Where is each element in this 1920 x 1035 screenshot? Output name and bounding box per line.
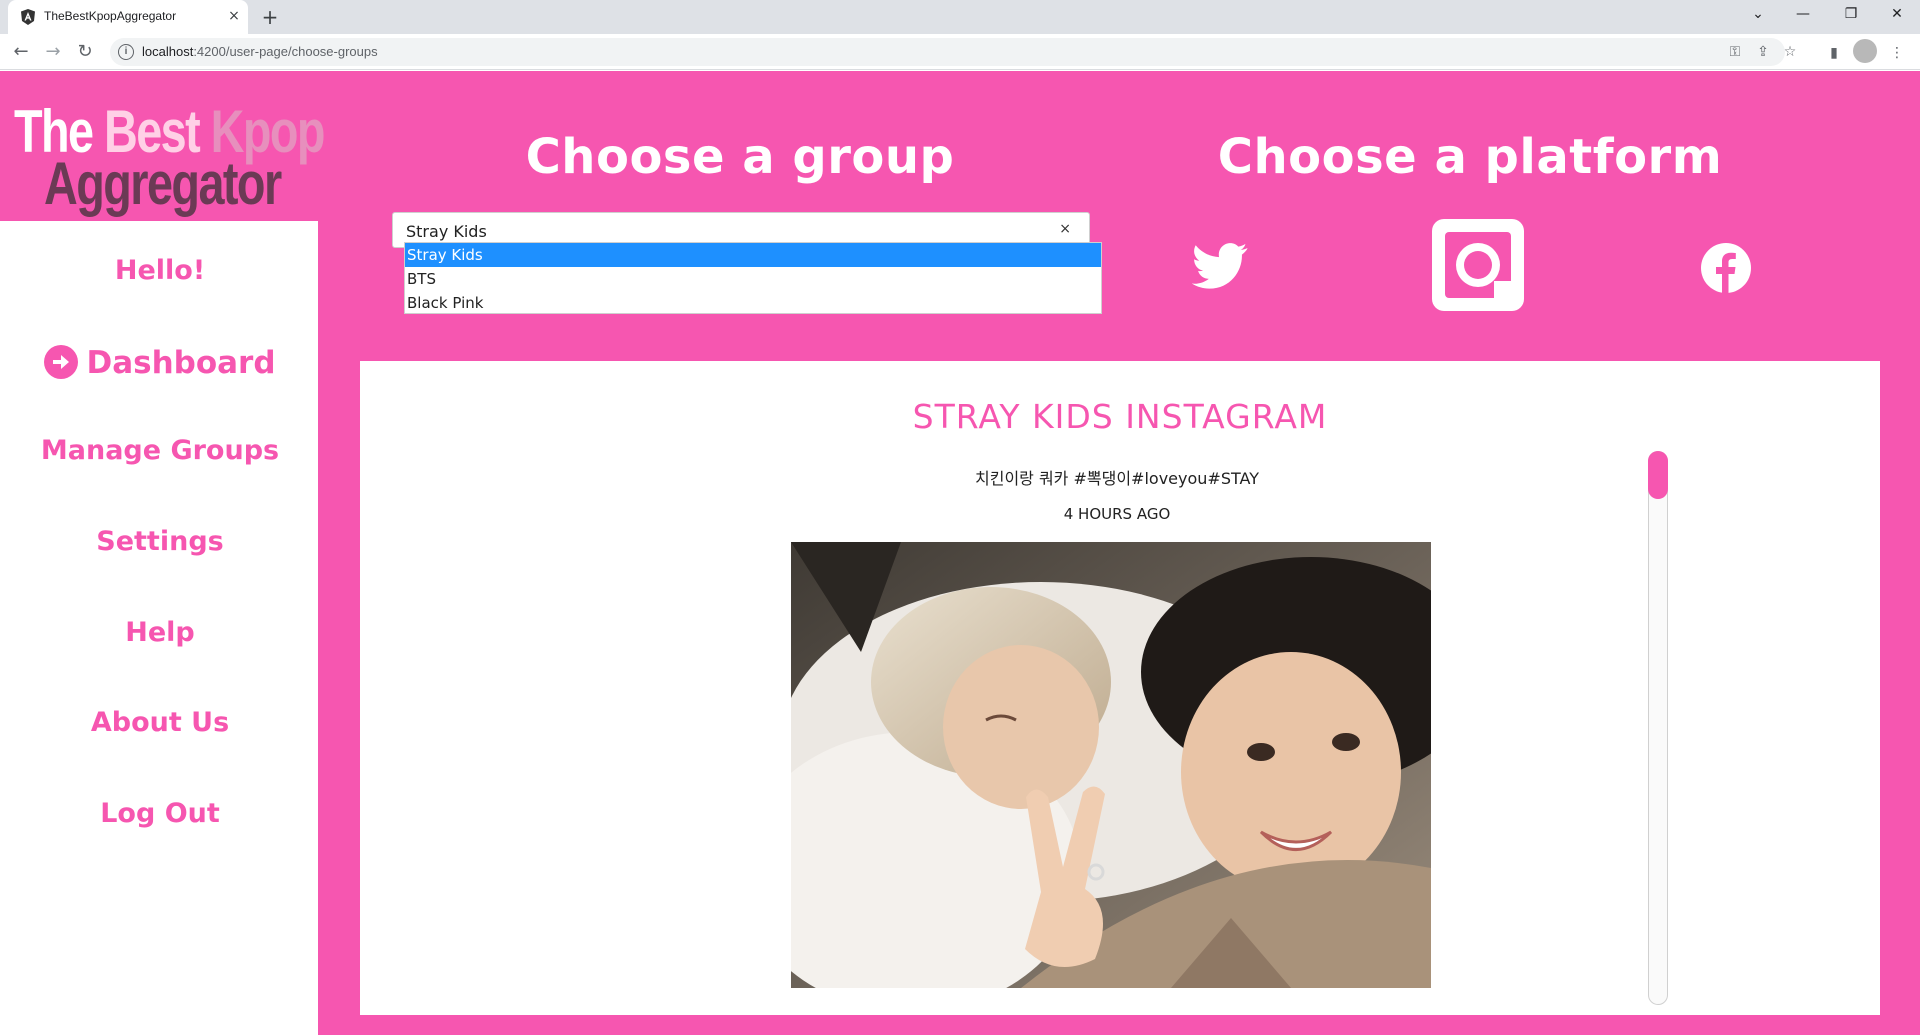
instagram-icon[interactable] (1432, 219, 1524, 311)
twitter-icon[interactable] (1192, 241, 1248, 291)
arrow-right-circle-icon (44, 345, 79, 379)
browser-toolbar: ← → ↻ i localhost:4200/user-page/choose-… (0, 34, 1920, 70)
sidebar-item-label: Settings (96, 526, 224, 557)
browser-tab-bar: TheBestKpopAggregator × + ⌄ — ❐ ✕ (0, 0, 1920, 34)
reload-icon[interactable]: ↻ (73, 40, 97, 64)
forward-icon[interactable]: → (41, 40, 65, 64)
new-tab-button[interactable]: + (258, 5, 282, 29)
side-panel-icon[interactable]: ▮ (1823, 42, 1845, 64)
logo[interactable]: The Best Kpop Aggregator (0, 85, 325, 221)
feed-panel: STRAY KIDS INSTAGRAM 치킨이랑 쿼카 #뽁댕이#loveyo… (360, 361, 1880, 1015)
tab-close-icon[interactable]: × (224, 6, 244, 26)
sidebar-item-label: Dashboard (86, 345, 276, 381)
feed-scrollbar-thumb[interactable] (1648, 451, 1668, 499)
sidebar-item-label: Log Out (100, 798, 220, 829)
post-photo[interactable] (791, 542, 1431, 988)
post-caption: 치킨이랑 쿼카 #뽁댕이#loveyou#STAY (975, 469, 1259, 488)
choose-group-heading: Choose a group (525, 129, 955, 185)
sidebar-item-about-us[interactable]: About Us (0, 707, 320, 738)
minimize-icon[interactable]: — (1780, 0, 1826, 30)
sidebar-item-log-out[interactable]: Log Out (0, 798, 320, 829)
back-icon[interactable]: ← (9, 40, 33, 64)
sidebar-item-label: Manage Groups (40, 435, 280, 466)
browser-menu-icon[interactable]: ⋮ (1886, 42, 1908, 64)
sidebar-greeting: Hello! (114, 255, 206, 286)
sidebar-item-label: About Us (90, 707, 230, 738)
group-select-value: Stray Kids (406, 222, 487, 241)
app-root: The Best Kpop Aggregator Hello! Dashboar… (0, 71, 1920, 1035)
sidebar-item-dashboard[interactable]: Dashboard (0, 345, 320, 381)
sidebar-item-settings[interactable]: Settings (0, 526, 320, 557)
group-dropdown: Stray Kids BTS Black Pink (404, 242, 1102, 314)
sidebar-item-help[interactable]: Help (0, 617, 320, 648)
tab-search-icon[interactable]: ⌄ (1735, 0, 1781, 30)
group-option-bts[interactable]: BTS (405, 267, 1101, 291)
profile-avatar[interactable] (1853, 39, 1877, 63)
choose-platform-heading: Choose a platform (1217, 129, 1723, 185)
sidebar: The Best Kpop Aggregator Hello! Dashboar… (0, 85, 325, 1035)
share-icon[interactable]: ⇪ (1753, 43, 1773, 61)
bookmark-star-icon[interactable]: ☆ (1780, 43, 1800, 61)
sidebar-item-label: Help (125, 617, 195, 648)
close-window-icon[interactable]: ✕ (1874, 0, 1920, 30)
address-bar[interactable]: i localhost:4200/user-page/choose-groups… (110, 38, 1796, 66)
key-icon[interactable]: ⚿ (1725, 43, 1745, 61)
group-option-black-pink[interactable]: Black Pink (405, 291, 1101, 315)
logo-word-aggregator: Aggregator (44, 150, 282, 217)
post-timestamp: 4 HOURS AGO (1063, 505, 1171, 523)
tab-title: TheBestKpopAggregator (44, 9, 177, 23)
clear-selection-icon[interactable]: × (1059, 221, 1071, 237)
group-option-stray-kids[interactable]: Stray Kids (405, 243, 1101, 267)
angular-favicon-icon (21, 9, 35, 25)
feed-title: STRAY KIDS INSTAGRAM (912, 397, 1328, 436)
site-info-icon[interactable]: i (118, 44, 134, 60)
restore-icon[interactable]: ❐ (1828, 0, 1874, 30)
url-text: localhost:4200/user-page/choose-groups (142, 44, 378, 59)
facebook-icon[interactable] (1700, 242, 1752, 294)
feed-scrollbar-track[interactable] (1648, 451, 1668, 1005)
sidebar-item-manage-groups[interactable]: Manage Groups (0, 435, 320, 466)
browser-tab[interactable]: TheBestKpopAggregator × (8, 0, 248, 34)
